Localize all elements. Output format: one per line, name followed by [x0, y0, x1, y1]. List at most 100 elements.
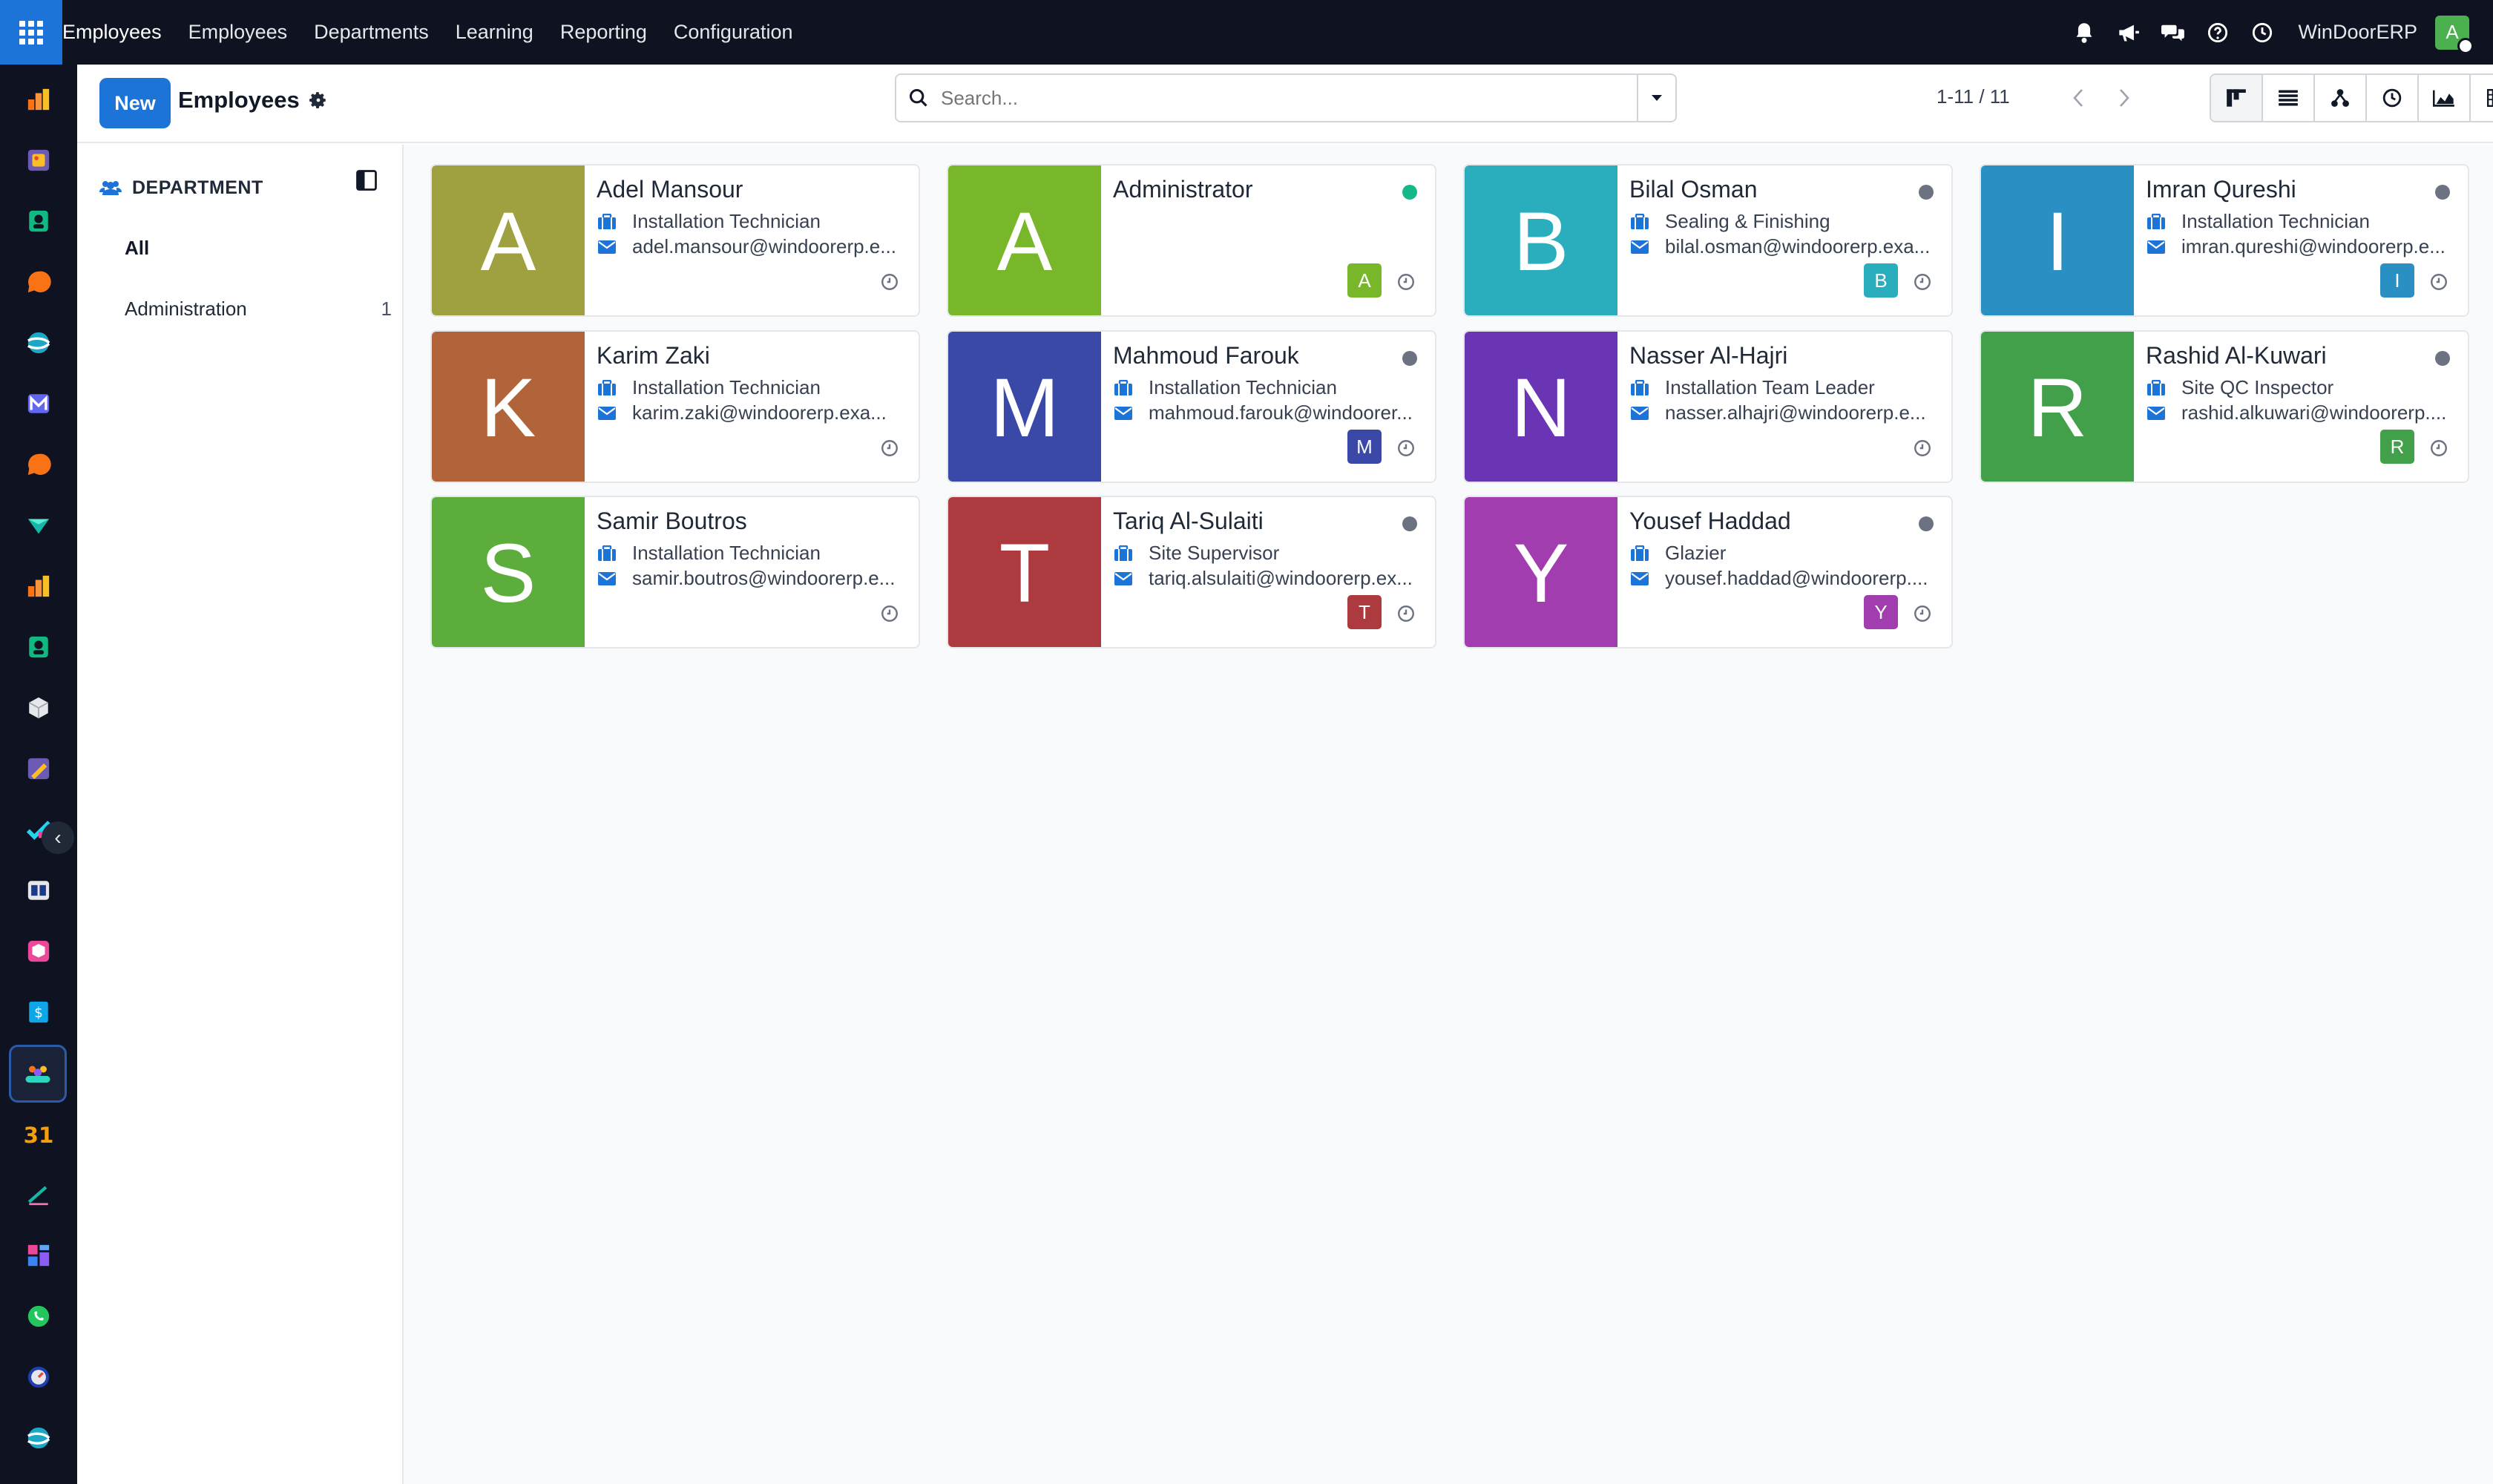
user-badge[interactable]: M [1347, 430, 1382, 464]
briefcase-icon [1629, 213, 1650, 231]
clock-icon[interactable] [1913, 604, 1932, 623]
website-2-app-icon[interactable] [19, 1419, 58, 1457]
presence-status-icon [1402, 516, 1417, 531]
accounting-app-icon[interactable]: $ [19, 993, 58, 1031]
graph-view-button[interactable] [2417, 73, 2471, 122]
menu-departments[interactable]: Departments [300, 21, 442, 44]
clock-icon[interactable] [2244, 15, 2280, 50]
employee-card[interactable]: K Karim Zaki Installation Technician karim.… [430, 330, 920, 483]
timesheets-app-icon[interactable] [19, 1358, 58, 1396]
employee-card[interactable]: N Nasser Al-Hajri Installation Team Leader… [1463, 330, 1953, 483]
employee-email: imran.qureshi@windoorerp.e... [2146, 235, 2457, 258]
page-title: Employees [178, 87, 300, 113]
employee-avatar: S [432, 497, 585, 647]
rail-collapse-chevron-icon[interactable]: ‹ [42, 821, 74, 854]
sign-app-icon[interactable] [19, 749, 58, 788]
department-item-administration[interactable]: Administration 1 [125, 298, 392, 321]
employee-email-text: mahmoud.farouk@windoorer... [1149, 401, 1413, 424]
sketch-app-icon[interactable] [19, 1175, 58, 1214]
user-badge[interactable]: T [1347, 595, 1382, 629]
clock-icon[interactable] [880, 272, 899, 292]
employee-email: karim.zaki@windoorerp.exa... [597, 401, 908, 424]
clock-icon[interactable] [1396, 439, 1416, 458]
chat-icon[interactable] [2155, 15, 2191, 50]
employees-app-icon[interactable] [9, 1045, 67, 1103]
live-chat-app-icon[interactable] [19, 445, 58, 484]
employee-card[interactable]: Y Yousef Haddad Glazier yousef.haddad@windo… [1463, 496, 1953, 649]
employee-card[interactable]: M Mahmoud Farouk Installation Technician ma… [947, 330, 1436, 483]
employee-avatar: K [432, 332, 585, 482]
activity-view-button[interactable] [2365, 73, 2419, 122]
employee-card[interactable]: A Administrator A [947, 164, 1436, 317]
employee-card[interactable]: R Rashid Al-Kuwari Site QC Inspector rashid… [1980, 330, 2469, 483]
search-input[interactable] [941, 86, 1637, 110]
crm-app-icon[interactable] [19, 628, 58, 666]
new-button[interactable]: New [99, 78, 171, 128]
user-badge[interactable]: B [1864, 263, 1898, 298]
list-view-button[interactable] [2262, 73, 2315, 122]
clock-icon[interactable] [1913, 439, 1932, 458]
pivot-view-button[interactable] [2469, 73, 2493, 122]
maintenance-app-icon[interactable] [19, 932, 58, 971]
employee-avatar: N [1465, 332, 1617, 482]
pager-value[interactable]: 1-11 / 11 [1937, 85, 2010, 108]
gear-icon[interactable] [309, 91, 328, 110]
bell-icon[interactable] [2066, 15, 2102, 50]
user-badge[interactable]: R [2380, 430, 2414, 464]
app-menu-button[interactable] [0, 0, 62, 65]
user-badge[interactable]: Y [1864, 595, 1898, 629]
employee-job: Installation Technician [597, 542, 908, 565]
apps-grid-icon [19, 20, 43, 45]
pager-next-button[interactable] [2103, 75, 2146, 121]
envelope-icon [597, 404, 617, 422]
presence-status-icon [2435, 351, 2450, 366]
pager-previous-button[interactable] [2057, 75, 2100, 121]
dashboards-app-icon[interactable] [19, 1236, 58, 1275]
email-marketing-app-icon[interactable] [19, 384, 58, 423]
briefcase-icon [597, 379, 617, 397]
employee-card[interactable]: B Bilal Osman Sealing & Finishing bilal.osm… [1463, 164, 1953, 317]
knowledge-app-icon[interactable] [19, 871, 58, 910]
contacts-app-icon[interactable] [19, 202, 58, 240]
main-menu: Employees Employees Departments Learning… [62, 0, 807, 65]
user-avatar[interactable]: A [2435, 15, 2474, 54]
menu-learning[interactable]: Learning [442, 21, 547, 44]
hierarchy-view-button[interactable] [2313, 73, 2367, 122]
employee-avatar-initial: T [999, 526, 1051, 620]
panel-toggle-icon[interactable] [353, 167, 380, 194]
user-badge[interactable]: A [1347, 263, 1382, 298]
clock-icon[interactable] [1396, 272, 1416, 292]
search-options-toggle[interactable] [1637, 75, 1675, 121]
website-app-icon[interactable] [19, 324, 58, 362]
clock-icon[interactable] [2429, 272, 2448, 292]
reporting-app-icon[interactable] [19, 567, 58, 605]
user-badge[interactable]: I [2380, 263, 2414, 298]
menu-reporting[interactable]: Reporting [547, 21, 660, 44]
employee-card[interactable]: S Samir Boutros Installation Technician sam… [430, 496, 920, 649]
employee-email-text: tariq.alsulaiti@windoorerp.ex... [1149, 567, 1413, 589]
clock-icon[interactable] [1913, 272, 1932, 292]
employee-card[interactable]: I Imran Qureshi Installation Technician imr… [1980, 164, 2469, 317]
clock-icon[interactable] [2429, 439, 2448, 458]
department-item-all[interactable]: All [125, 237, 392, 260]
employee-card[interactable]: A Adel Mansour Installation Technician adel… [430, 164, 920, 317]
clock-icon[interactable] [880, 604, 899, 623]
discuss-app-icon[interactable] [19, 263, 58, 301]
company-switcher[interactable]: WinDoorERP [2298, 21, 2417, 44]
dashboard-app-icon[interactable] [19, 80, 58, 119]
menu-employees[interactable]: Employees [175, 21, 301, 44]
calendar-app-icon[interactable]: 31 [19, 1114, 58, 1153]
employee-card[interactable]: T Tariq Al-Sulaiti Site Supervisor tariq.al… [947, 496, 1436, 649]
clock-icon[interactable] [1396, 604, 1416, 623]
menu-configuration[interactable]: Configuration [660, 21, 807, 44]
help-icon[interactable] [2200, 15, 2236, 50]
project-app-icon[interactable] [19, 506, 58, 545]
employee-name: Mahmoud Farouk [1113, 342, 1299, 369]
megaphone-icon[interactable] [2111, 15, 2147, 50]
documents-app-icon[interactable] [19, 141, 58, 180]
app-brand[interactable]: Employees [62, 21, 175, 44]
clock-icon[interactable] [880, 439, 899, 458]
whatsapp-app-icon[interactable] [19, 1297, 58, 1336]
inventory-app-icon[interactable] [19, 689, 58, 727]
kanban-view-button[interactable] [2210, 73, 2263, 122]
